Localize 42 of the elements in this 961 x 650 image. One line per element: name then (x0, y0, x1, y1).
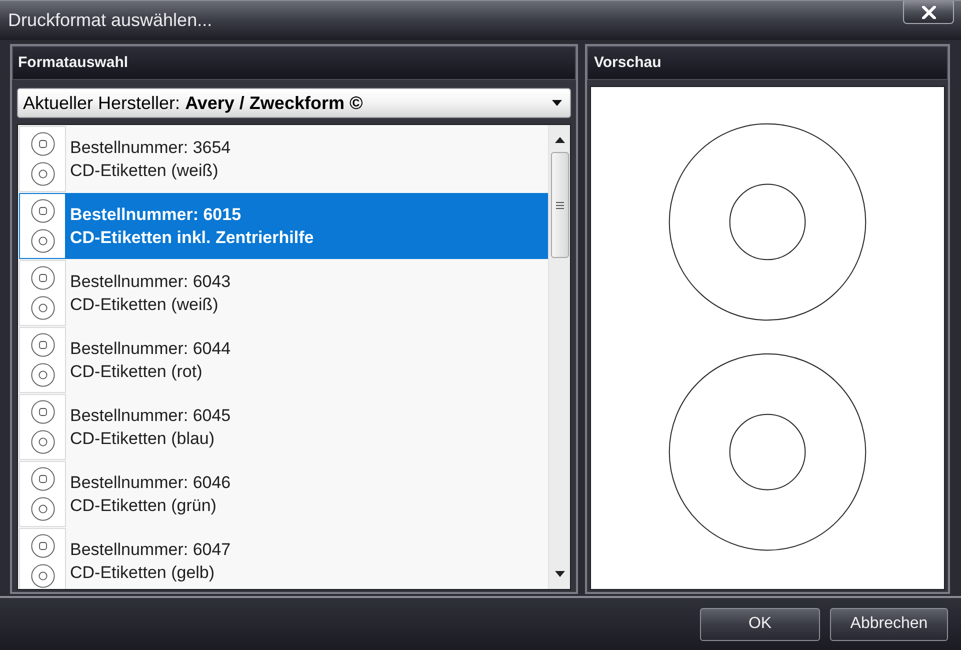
cd-icon (30, 400, 54, 424)
dialog-button[interactable]: Abbrechen (830, 608, 948, 640)
order-number: Bestellnummer: 6046 (70, 472, 231, 494)
cd-icon (30, 467, 54, 491)
format-description: CD-Etiketten (rot) (70, 361, 204, 383)
cd-icon (30, 333, 54, 357)
panel-title: Vorschau (594, 52, 662, 73)
format-list-item[interactable]: Bestellnummer: 6015 CD-Etiketten inkl. Zentrierhilfe (19, 193, 548, 259)
order-number: Bestellnummer: 6044 (70, 338, 231, 360)
cd-icon (30, 229, 54, 253)
panel-title: Formatauswahl (18, 52, 128, 73)
cd-icon (30, 132, 54, 156)
scroll-down-icon[interactable] (554, 571, 564, 577)
order-number: Bestellnummer: 6045 (70, 405, 231, 427)
cd-icon (30, 534, 54, 558)
format-description: CD-Etiketten (weiß) (70, 160, 220, 182)
scroll-up-icon[interactable] (554, 137, 564, 143)
format-description: CD-Etiketten (weiß) (70, 294, 220, 316)
format-description: CD-Etiketten (blau) (70, 428, 216, 450)
order-number: Bestellnummer: 6015 (70, 204, 242, 226)
format-description: CD-Etiketten (grün) (70, 495, 218, 517)
scrollbar-thumb[interactable] (550, 152, 568, 258)
caret-icon (552, 100, 562, 106)
dialog-button[interactable]: OK (700, 608, 820, 640)
cd-icon (30, 564, 54, 588)
cd-icon (30, 162, 54, 186)
cd-icon (30, 430, 54, 454)
cd-icon (30, 296, 54, 320)
grip-icon (556, 202, 564, 208)
format-description: CD-Etiketten inkl. Zentrierhilfe (70, 227, 314, 249)
cd-icon (30, 497, 54, 521)
cd-icon (30, 266, 54, 290)
cd-icon (30, 199, 54, 223)
order-number: Bestellnummer: 6047 (70, 539, 231, 561)
window-title: Druckformat auswählen... (8, 9, 212, 32)
close-icon (922, 6, 936, 18)
format-description: CD-Etiketten (gelb) (70, 562, 216, 584)
cd-icon (30, 363, 54, 387)
close-button[interactable] (903, 1, 954, 24)
order-number: Bestellnummer: 6043 (70, 271, 231, 293)
manufacturer-dropdown[interactable]: Aktueller Hersteller: Avery / Zweckform © (17, 88, 571, 118)
order-number: Bestellnummer: 3654 (70, 137, 231, 159)
